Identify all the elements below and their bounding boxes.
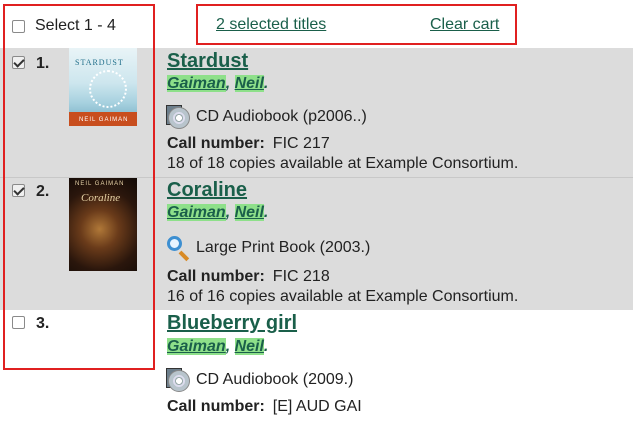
call-number: Call number: [E] AUD GAI <box>167 398 362 416</box>
availability: 16 of 16 copies available at Example Con… <box>167 288 519 305</box>
select-all-checkbox[interactable] <box>12 19 25 33</box>
cover-title: Coraline <box>81 192 121 204</box>
author-first[interactable]: Neil <box>234 75 264 92</box>
author-first[interactable]: Neil <box>234 204 264 221</box>
result-checkbox[interactable] <box>12 56 25 69</box>
cd-audiobook-icon <box>166 368 190 392</box>
author-end: . <box>263 204 269 221</box>
author-last[interactable]: Gaiman <box>167 338 226 355</box>
author-end: . <box>263 75 269 92</box>
book-cover[interactable]: STARDUST NEIL GAIMAN <box>69 48 137 126</box>
call-number-label: Call number: <box>167 135 265 152</box>
format-line: Large Print Book (2003.) <box>166 236 371 262</box>
author-link[interactable]: Gaiman, Neil. <box>167 338 268 356</box>
format-label: CD Audiobook (2009.) <box>196 371 354 388</box>
large-print-icon <box>166 236 190 262</box>
result-number: 1. <box>36 55 50 72</box>
author-link[interactable]: Gaiman, Neil. <box>167 204 268 222</box>
result-number: 2. <box>36 183 50 200</box>
result-row: 3. Blueberry girl Gaiman, Neil. CD Audio… <box>0 310 633 423</box>
availability: 18 of 18 copies available at Example Con… <box>167 155 519 172</box>
book-cover[interactable]: NEIL GAIMAN Coraline <box>69 178 137 271</box>
call-number: Call number: FIC 217 <box>167 135 330 153</box>
cover-author: NEIL GAIMAN <box>79 117 129 123</box>
cover-author: NEIL GAIMAN <box>75 181 125 187</box>
author-end: . <box>263 338 269 355</box>
result-checkbox[interactable] <box>12 184 25 197</box>
results-toolbar: Select 1 - 4 2 selected titles Clear car… <box>0 0 633 48</box>
selected-titles-link[interactable]: 2 selected titles <box>216 16 326 34</box>
call-number-value: FIC 217 <box>272 135 330 152</box>
format-line: CD Audiobook (p2006..) <box>166 105 367 129</box>
call-number-value: FIC 218 <box>272 268 330 285</box>
author-separator: , <box>225 75 235 92</box>
author-link[interactable]: Gaiman, Neil. <box>167 75 268 93</box>
select-all[interactable]: Select 1 - 4 <box>12 17 116 35</box>
title-link[interactable]: Blueberry girl <box>167 312 297 335</box>
result-number: 3. <box>36 315 50 332</box>
title-link[interactable]: Stardust <box>167 50 248 73</box>
author-separator: , <box>225 204 235 221</box>
result-row: 2. NEIL GAIMAN Coraline Coraline Gaiman,… <box>0 178 633 310</box>
result-checkbox[interactable] <box>12 316 25 329</box>
format-label: Large Print Book (2003.) <box>196 239 371 256</box>
call-number-label: Call number: <box>167 268 265 285</box>
result-row: 1. STARDUST NEIL GAIMAN Stardust Gaiman,… <box>0 48 633 178</box>
author-last[interactable]: Gaiman <box>167 75 226 92</box>
author-separator: , <box>225 338 235 355</box>
call-number-label: Call number: <box>167 398 265 415</box>
select-all-label: Select 1 - 4 <box>35 17 116 34</box>
clear-cart-link[interactable]: Clear cart <box>430 16 499 34</box>
format-label: CD Audiobook (p2006..) <box>196 108 367 125</box>
cover-art <box>89 70 127 108</box>
cd-audiobook-icon <box>166 105 190 129</box>
title-link[interactable]: Coraline <box>167 179 247 202</box>
call-number: Call number: FIC 218 <box>167 268 330 286</box>
author-first[interactable]: Neil <box>234 338 264 355</box>
author-last[interactable]: Gaiman <box>167 204 226 221</box>
format-line: CD Audiobook (2009.) <box>166 368 353 392</box>
call-number-value: [E] AUD GAI <box>272 398 362 415</box>
cover-title: STARDUST <box>75 58 124 67</box>
